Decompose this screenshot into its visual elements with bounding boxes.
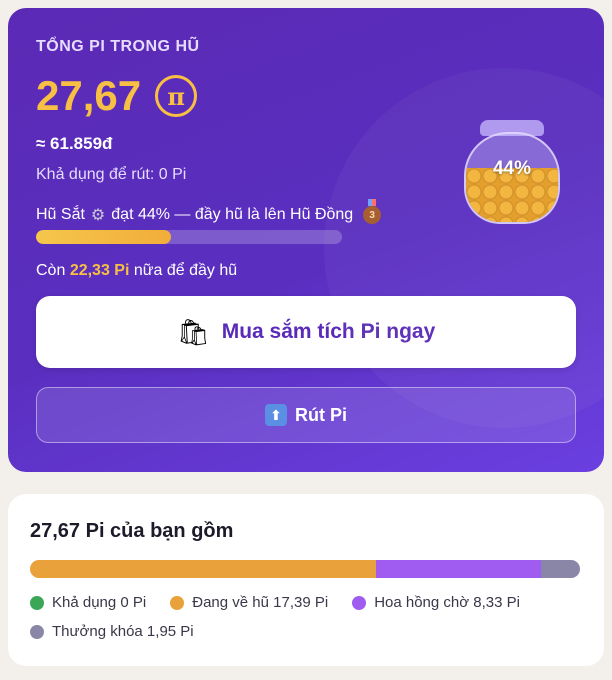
breakdown-title: 27,67 Pi của bạn gồm [30, 520, 234, 542]
tier-status: Hũ Sắt ⚙ đạt 44% — đầy hũ là lên Hũ Đồng… [36, 199, 382, 225]
breakdown-segment [375, 560, 542, 578]
jar-coins [466, 168, 558, 222]
tier-progress-text: đạt 44% — đầy hũ là lên Hũ Đồng [111, 206, 354, 223]
remaining-amount: 22,33 Pi [69, 262, 130, 279]
pi-breakdown-card: 27,67 Pi của bạn gồm Khả dụng 0 Pi Đang v… [8, 494, 604, 666]
breakdown-segment [30, 560, 376, 578]
total-row: 27,67 π [36, 72, 198, 120]
breakdown-segment [541, 560, 580, 578]
tier-progress-fill [36, 230, 171, 244]
jar-eyebrow: TỔNG PI TRONG HŨ [36, 38, 200, 55]
total-pi-amount: 27,67 [36, 72, 142, 119]
breakdown-legend: Khả dụng 0 Pi Đang về hũ 17,39 Pi Hoa hồng… [30, 594, 590, 640]
legend-dot [30, 595, 44, 610]
shopping-bag-icon: 🛍 [176, 316, 210, 347]
tier-name: Hũ Sắt [36, 206, 85, 223]
legend-dot [352, 595, 367, 610]
legend-label: Khả dụng 0 Pi [52, 594, 147, 611]
withdrawable-text: Khả dụng để rút: 0 Pi [36, 166, 187, 183]
withdraw-pi-button[interactable]: ⬆ Rút Pi [36, 387, 576, 443]
jar-illustration: 44% [460, 120, 564, 224]
legend-item: Hoa hồng chờ 8,33 Pi [352, 594, 520, 611]
legend-dot [170, 595, 185, 610]
bronze-medal-icon: 3 [363, 199, 382, 224]
fiat-value: ≈ 61.859đ [36, 134, 113, 153]
legend-label: Thưởng khóa 1,95 Pi [52, 623, 194, 640]
remaining-text: Còn 22,33 Pi nữa để đầy hũ [36, 262, 237, 280]
legend-label: Đang về hũ 17,39 Pi [192, 594, 329, 611]
jar-body: 44% [464, 132, 560, 224]
legend-label: Hoa hồng chờ 8,33 Pi [374, 594, 520, 611]
withdraw-label: Rút Pi [295, 404, 347, 425]
pi-coin-icon: π [155, 75, 198, 117]
remaining-suffix: nữa để đầy hũ [133, 262, 238, 279]
legend-item: Thưởng khóa 1,95 Pi [30, 623, 194, 640]
jar-percent-label: 44% [492, 158, 532, 179]
up-arrow-icon: ⬆ [265, 404, 287, 426]
legend-dot [30, 624, 44, 639]
pi-jar-card: TỔNG PI TRONG HŨ 27,67 π ≈ 61.859đ Khả d… [8, 8, 604, 472]
legend-item: Khả dụng 0 Pi [30, 594, 146, 611]
shop-now-label: Mua sắm tích Pi ngay [221, 320, 436, 343]
remaining-prefix: Còn [36, 262, 66, 279]
legend-item: Đang về hũ 17,39 Pi [170, 594, 328, 611]
tier-progress-bar [36, 230, 342, 244]
shop-now-button[interactable]: 🛍 Mua sắm tích Pi ngay [36, 296, 576, 368]
jar-lid [480, 120, 544, 136]
breakdown-stacked-bar [30, 560, 580, 578]
gear-icon: ⚙ [90, 207, 106, 224]
